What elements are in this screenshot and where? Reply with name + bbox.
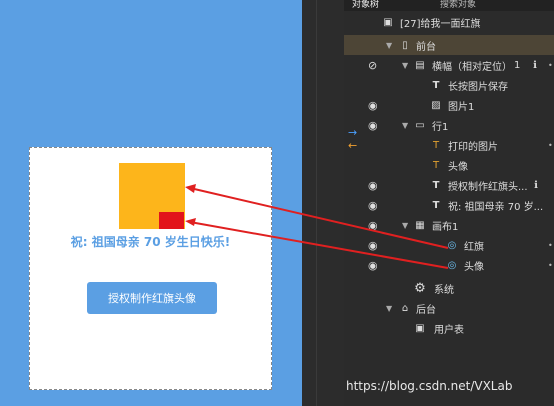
text-icon: T [432,159,440,171]
tree-label: 后台 [416,304,436,316]
tree-label: 头像 [448,161,468,173]
eye-icon[interactable]: ◉ [368,179,378,192]
backend-icon: ⌂ [401,302,409,314]
tree-label: 系统 [434,284,454,296]
tree-row-canvas1[interactable]: ◉ ▼ ▦ 画布1 [344,215,554,235]
tree-label: [27]给我一面红旗 [400,18,481,30]
tree-label: 横幅（相对定位） [432,61,512,73]
tree-label: 红旗 [464,241,484,253]
caret-down-icon[interactable]: ▼ [402,221,408,230]
scene-icon: ▣ [383,16,393,28]
tree-label: 祝: 祖国母亲 70 岁... [448,201,544,213]
phone-icon: ▯ [402,39,408,51]
canvas-item-icon: ◎ [447,259,457,271]
preview-card[interactable]: 祝: 祖国母亲 70 岁生日快乐! 授权制作红旗头像 [29,147,272,390]
tab-object-tree[interactable]: 对象树 [352,0,379,10]
caret-down-icon[interactable]: ▼ [402,61,408,70]
authorize-button[interactable]: 授权制作红旗头像 [87,282,217,314]
greeting-text: 祝: 祖国母亲 70 岁生日快乐! [70,235,231,249]
tree-label: 用户表 [434,324,464,336]
dot-icon: • [548,260,553,270]
eye-icon[interactable]: ◉ [368,199,378,212]
arrow-left-icon: ← [348,139,358,152]
dot-icon: • [548,240,553,250]
tree-row-avatar-text[interactable]: T 头像 [344,155,554,175]
tree-label: 画布1 [432,221,459,233]
canvas-icon: ▦ [415,219,425,231]
dot-icon: • [548,60,553,70]
eye-icon[interactable]: ◉ [368,239,378,252]
tree-row-image1[interactable]: ◉ ▨ 图片1 [344,95,554,115]
info-icon: ℹ [534,179,538,191]
eye-icon[interactable]: ◉ [368,219,378,232]
info-icon: ℹ [533,59,537,71]
watermark: https://blog.csdn.net/VXLab [346,379,513,393]
panel-tabs: 对象树 搜索对象 [344,0,554,11]
row-icon: ▭ [415,119,425,131]
tree-row-banner[interactable]: ⊘ ▼ ▤ 横幅（相对定位） 1 ℹ • [344,55,554,75]
eye-icon[interactable]: ◉ [368,99,378,112]
tree-row-print-image[interactable]: T 打印的图片 • [344,135,554,155]
tree-label: 行1 [432,121,449,133]
tree-row-user-table[interactable]: ▣ 用户表 [344,318,554,338]
tree-row-greeting[interactable]: ◉ T 祝: 祖国母亲 70 岁... [344,195,554,215]
text-icon: T [432,179,440,191]
banner-count: 1 [514,59,521,71]
text-icon: T [432,79,440,91]
tree-label: 图片1 [448,101,475,113]
tree-row-system[interactable]: ⚙ 系统 [344,278,554,298]
canvas-item-icon: ◎ [447,239,457,251]
eye-icon[interactable]: ◉ [368,119,378,132]
tab-search-objects[interactable]: 搜索对象 [440,0,476,10]
object-tree-panel[interactable]: 对象树 搜索对象 ▣ [27]给我一面红旗 ▼ ▯ 前台 ⊘ ▼ ▤ 横幅（相对… [344,0,554,406]
text-icon: T [432,139,440,151]
tree-row-frontend[interactable]: ▼ ▯ 前台 [344,35,554,55]
text-icon: T [432,199,440,211]
hidden-eye-icon[interactable]: ⊘ [368,59,377,72]
tree-row-save-hint[interactable]: T 长按图片保存 [344,75,554,95]
eye-icon[interactable]: ◉ [368,259,378,272]
dot-icon: • [548,140,553,150]
tree-row-avatar[interactable]: ◉ ◎ 头像 • [344,255,554,275]
arrow-right-icon: → [348,126,358,139]
gear-icon: ⚙ [414,280,426,296]
tree-label: 前台 [416,41,436,53]
tree-label: 头像 [464,261,484,273]
gutter [302,0,344,406]
tree-row-backend[interactable]: ▼ ⌂ 后台 [344,298,554,318]
image-icon: ▨ [431,99,441,111]
caret-down-icon[interactable]: ▼ [402,121,408,130]
tree-label: 授权制作红旗头... [448,181,528,193]
tree-row-row1[interactable]: ◉ ▼ ▭ 行1 [344,115,554,135]
layout-icon: ▤ [415,59,425,71]
caret-down-icon[interactable]: ▼ [386,41,392,50]
tree-label: 长按图片保存 [448,81,508,93]
tree-row-auth-button[interactable]: ◉ T 授权制作红旗头... ℹ [344,175,554,195]
design-canvas[interactable]: 祝: 祖国母亲 70 岁生日快乐! 授权制作红旗头像 [0,0,302,406]
tree-label: 打印的图片 [448,141,498,153]
caret-down-icon[interactable]: ▼ [386,304,392,313]
tree-row-flag[interactable]: ◉ ◎ 红旗 • [344,235,554,255]
user-table-icon: ▣ [415,322,425,334]
tree-row-project[interactable]: ▣ [27]给我一面红旗 [344,12,554,32]
avatar-image[interactable] [159,212,184,229]
